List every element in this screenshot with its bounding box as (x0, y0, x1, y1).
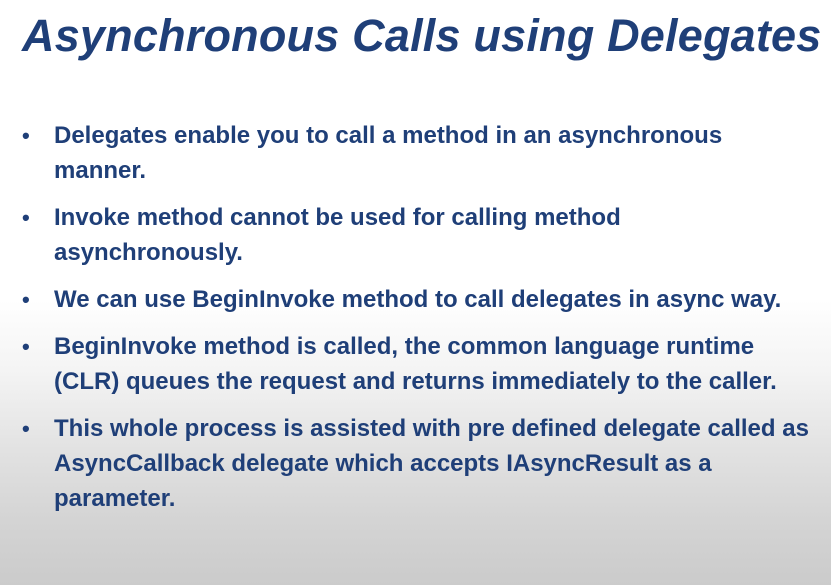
bullet-list: • Delegates enable you to call a method … (20, 118, 810, 528)
presentation-slide: Asynchronous Calls using Delegates • Del… (0, 0, 831, 585)
bullet-text: Invoke method cannot be used for calling… (54, 204, 621, 266)
bullet-item: • We can use BeginInvoke method to call … (20, 282, 810, 317)
bullet-text: Delegates enable you to call a method in… (54, 122, 723, 184)
bullet-dot-icon: • (22, 205, 30, 230)
slide-title: Asynchronous Calls using Delegates (22, 10, 822, 61)
bullet-text: This whole process is assisted with pre … (54, 415, 809, 512)
bullet-dot-icon: • (22, 123, 30, 148)
bullet-item: • This whole process is assisted with pr… (20, 411, 810, 516)
bullet-text: BeginInvoke method is called, the common… (54, 333, 777, 395)
bullet-item: • BeginInvoke method is called, the comm… (20, 329, 810, 399)
bullet-text: We can use BeginInvoke method to call de… (54, 286, 782, 313)
bullet-dot-icon: • (22, 416, 30, 441)
bullet-item: • Invoke method cannot be used for calli… (20, 200, 810, 270)
bullet-item: • Delegates enable you to call a method … (20, 118, 810, 188)
bullet-dot-icon: • (22, 287, 30, 312)
bullet-dot-icon: • (22, 334, 30, 359)
